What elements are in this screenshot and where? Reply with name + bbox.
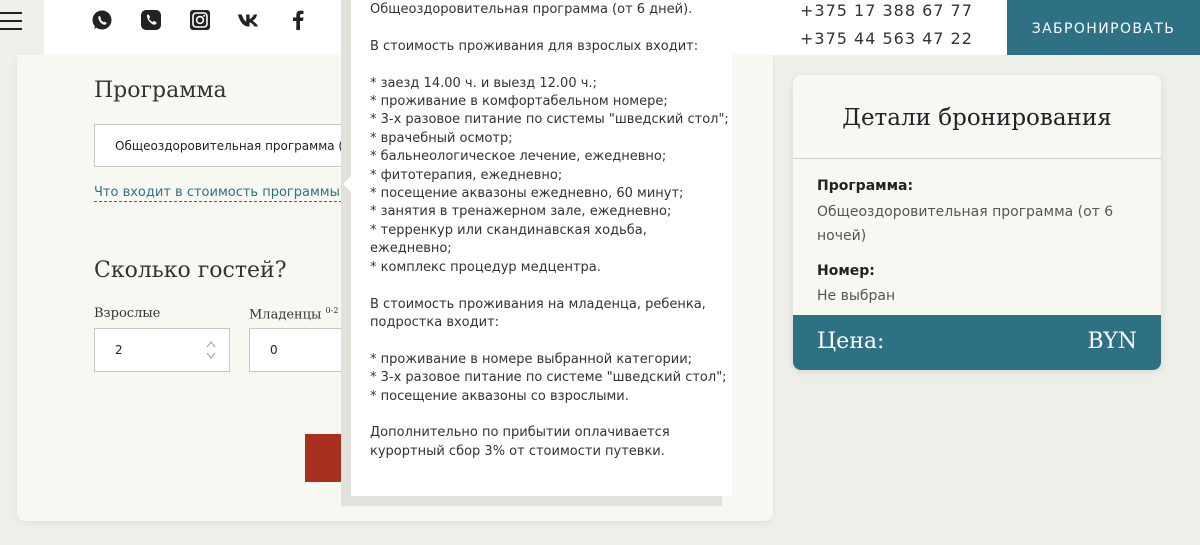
details-room-label: Номер:: [817, 263, 875, 279]
program-heading: Программа: [94, 78, 227, 103]
facebook-icon[interactable]: [286, 8, 310, 32]
details-program-label: Программа:: [817, 178, 914, 194]
vk-icon[interactable]: [237, 8, 261, 32]
adults-input[interactable]: 2: [94, 328, 230, 372]
book-button[interactable]: ЗАБРОНИРОВАТЬ: [1007, 0, 1200, 55]
details-room-value: Не выбран: [817, 288, 896, 304]
phone-number-2[interactable]: +375 44 563 47 22: [800, 25, 973, 53]
booking-details-card: Детали бронирования Программа: Общеоздор…: [793, 75, 1161, 370]
booking-details-title: Детали бронирования: [793, 75, 1161, 159]
instagram-icon[interactable]: [188, 8, 212, 32]
guests-heading: Сколько гостей?: [94, 258, 287, 283]
adults-value: 2: [115, 343, 123, 357]
infants-value: 0: [270, 343, 278, 357]
program-select[interactable]: Общеоздоровительная программа (о...: [94, 124, 356, 167]
infants-label-text: Младенцы: [249, 307, 322, 323]
infants-label: Младенцы 0-2 лет: [249, 306, 355, 322]
price-label: Цена:: [817, 329, 885, 354]
price-bar: Цена: BYN: [793, 315, 1161, 370]
program-includes-popup: Общеоздоровительная программа (от 6 дней…: [351, 0, 732, 496]
whatsapp-icon[interactable]: [90, 8, 114, 32]
details-program-value: Общеоздоровительная программа (от 6 ноче…: [817, 204, 1114, 244]
adults-label: Взрослые: [94, 306, 161, 321]
menu-icon[interactable]: [0, 12, 22, 32]
stepper-icon[interactable]: [205, 339, 217, 361]
phone-numbers: +375 17 388 67 77 +375 44 563 47 22: [800, 0, 973, 53]
phone-number-1[interactable]: +375 17 388 67 77: [800, 0, 973, 25]
program-includes-link[interactable]: Что входит в стоимость программы?: [94, 184, 347, 202]
viber-icon[interactable]: [139, 8, 163, 32]
popup-arrow: [343, 176, 351, 192]
social-links: [90, 8, 335, 32]
price-currency: BYN: [1087, 329, 1137, 354]
